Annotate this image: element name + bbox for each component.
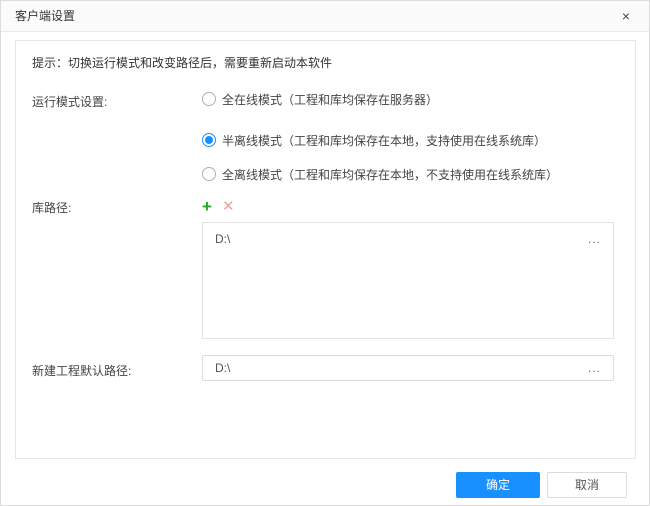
radio-label: 半离线模式（工程和库均保存在本地，支持使用在线系统库） [222, 132, 546, 149]
library-path-value: D:\ [215, 232, 230, 246]
client-settings-dialog: 客户端设置 × 提示：切换运行模式和改变路径后，需要重新启动本软件 运行模式设置… [0, 0, 650, 506]
dialog-title: 客户端设置 [15, 9, 75, 23]
settings-panel: 提示：切换运行模式和改变路径后，需要重新启动本软件 运行模式设置: 全在线模式（… [15, 40, 636, 459]
run-mode-label: 运行模式设置: [32, 93, 107, 110]
radio-dot [205, 136, 213, 144]
remove-path-icon[interactable]: ✕ [222, 199, 235, 215]
default-project-path-label: 新建工程默认路径: [32, 362, 131, 379]
restart-hint-text: 提示：切换运行模式和改变路径后，需要重新启动本软件 [32, 54, 332, 71]
library-path-toolbar: + ✕ [202, 199, 235, 215]
add-path-icon[interactable]: + [202, 199, 212, 215]
radio-label: 全离线模式（工程和库均保存在本地，不支持使用在线系统库） [222, 166, 558, 183]
default-project-path-input[interactable]: D:\ ... [202, 355, 614, 381]
dialog-titlebar: 客户端设置 × [1, 1, 649, 32]
cancel-button[interactable]: 取消 [547, 472, 627, 498]
library-path-list-item[interactable]: D:\ ... [203, 223, 613, 254]
radio-semi-offline-mode[interactable]: 半离线模式（工程和库均保存在本地，支持使用在线系统库） [202, 132, 546, 148]
radio-label: 全在线模式（工程和库均保存在服务器） [222, 91, 438, 108]
default-project-path-value: D:\ [215, 361, 230, 375]
radio-full-online-mode[interactable]: 全在线模式（工程和库均保存在服务器） [202, 91, 438, 107]
browse-ellipsis-button[interactable]: ... [588, 234, 601, 244]
radio-full-offline-mode[interactable]: 全离线模式（工程和库均保存在本地，不支持使用在线系统库） [202, 166, 558, 182]
radio-circle-icon [202, 167, 216, 181]
ok-button[interactable]: 确定 [456, 472, 540, 498]
library-path-list[interactable]: D:\ ... [202, 222, 614, 339]
library-path-label: 库路径: [32, 199, 71, 216]
browse-ellipsis-button[interactable]: ... [588, 363, 601, 373]
close-icon[interactable]: × [611, 1, 641, 31]
radio-circle-icon [202, 92, 216, 106]
radio-circle-icon [202, 133, 216, 147]
